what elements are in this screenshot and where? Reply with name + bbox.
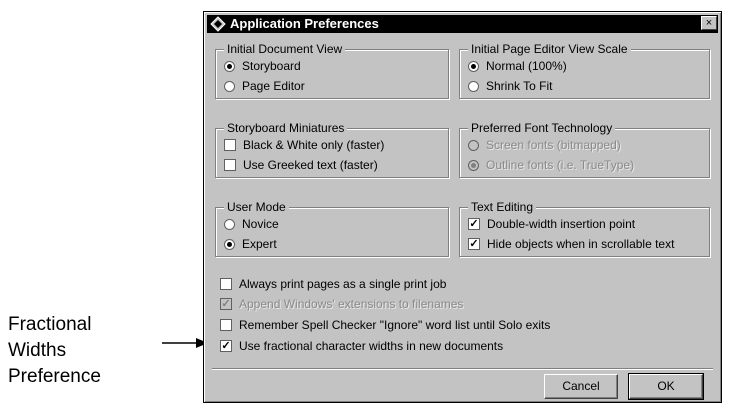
title-bar[interactable]: Application Preferences × [207, 15, 718, 33]
font-technology-group: Preferred Font Technology Screen fonts (… [459, 120, 710, 178]
option-label: Storyboard [242, 59, 301, 73]
view-scale-group: Initial Page Editor View Scale Normal (1… [459, 41, 710, 99]
text-editing-group: Text Editing ✓ Double-width insertion po… [459, 199, 710, 257]
option-label: Outline fonts (i.e. TrueType) [486, 158, 635, 172]
radio-selected-icon [468, 60, 479, 72]
radio-selected-icon [224, 60, 235, 72]
app-logo-icon [210, 16, 226, 32]
radio-shrink-to-fit[interactable]: Shrink To Fit [468, 77, 552, 95]
option-label: Remember Spell Checker "Ignore" word lis… [239, 318, 551, 332]
checkbox-empty-icon [220, 278, 232, 290]
dialog-title: Application Preferences [230, 16, 379, 31]
radio-page-editor[interactable]: Page Editor [224, 77, 305, 95]
checkbox-empty-icon [220, 319, 232, 331]
group-legend: Preferred Font Technology [468, 120, 616, 136]
checkbox-black-white[interactable]: Black & White only (faster) [224, 136, 384, 154]
option-label: Double-width insertion point [487, 217, 636, 231]
callout-line-3: Preference [8, 366, 101, 387]
radio-disabled-icon [468, 139, 479, 151]
radio-normal-100[interactable]: Normal (100%) [468, 57, 567, 75]
option-label: Normal (100%) [486, 59, 567, 73]
radio-selected-icon [224, 238, 235, 250]
ok-button[interactable]: OK [628, 373, 704, 400]
option-label: Black & White only (faster) [243, 138, 385, 152]
checkbox-hide-objects[interactable]: ✓ Hide objects when in scrollable text [468, 235, 674, 253]
checkbox-greeked-text[interactable]: Use Greeked text (faster) [224, 156, 378, 174]
checkbox-spell-checker-ignore[interactable]: Remember Spell Checker "Ignore" word lis… [220, 315, 550, 335]
close-button[interactable]: × [701, 16, 717, 30]
option-label: Hide objects when in scrollable text [487, 237, 675, 251]
option-label: Append Windows' extensions to filenames [239, 297, 464, 311]
radio-empty-icon [468, 80, 479, 92]
option-label: Novice [242, 217, 279, 231]
option-label: Use fractional character widths in new d… [239, 339, 504, 353]
divider [212, 368, 713, 370]
radio-storyboard[interactable]: Storyboard [224, 57, 301, 75]
checkbox-disabled-checked-icon: ✓ [220, 298, 232, 310]
checkbox-checked-icon: ✓ [220, 340, 232, 352]
radio-disabled-selected-icon [468, 159, 479, 171]
group-legend: Initial Document View [224, 41, 346, 57]
group-legend: User Mode [224, 199, 289, 215]
checkbox-double-width[interactable]: ✓ Double-width insertion point [468, 215, 635, 233]
option-label: Shrink To Fit [486, 79, 553, 93]
preferences-dialog: Application Preferences × Initial Docume… [203, 11, 722, 403]
close-icon: × [705, 17, 713, 29]
checkbox-checked-icon: ✓ [468, 238, 480, 250]
radio-screen-fonts: Screen fonts (bitmapped) [468, 136, 621, 154]
option-label: Use Greeked text (faster) [243, 158, 378, 172]
checkbox-fractional-widths[interactable]: ✓ Use fractional character widths in new… [220, 336, 503, 356]
radio-novice[interactable]: Novice [224, 215, 279, 233]
option-label: Always print pages as a single print job [239, 277, 447, 291]
checkbox-empty-icon [224, 159, 236, 171]
checkbox-checked-icon: ✓ [468, 218, 480, 230]
checkbox-windows-extensions: ✓ Append Windows' extensions to filename… [220, 294, 463, 314]
callout-label: Fractional Widths Preference [8, 312, 158, 390]
initial-document-view-group: Initial Document View Storyboard Page Ed… [215, 41, 449, 99]
option-label: Expert [242, 237, 277, 251]
cancel-button[interactable]: Cancel [544, 374, 618, 399]
radio-empty-icon [224, 80, 235, 92]
radio-empty-icon [224, 218, 235, 230]
checkbox-empty-icon [224, 139, 236, 151]
group-legend: Storyboard Miniatures [224, 120, 348, 136]
callout-line-2: Widths [8, 340, 67, 361]
user-mode-group: User Mode Novice Expert [215, 199, 449, 257]
group-legend: Text Editing [468, 199, 537, 215]
option-label: Page Editor [242, 79, 305, 93]
group-legend: Initial Page Editor View Scale [468, 41, 631, 57]
storyboard-miniatures-group: Storyboard Miniatures Black & White only… [215, 120, 449, 178]
radio-outline-fonts: Outline fonts (i.e. TrueType) [468, 156, 634, 174]
callout-line-1: Fractional [8, 314, 92, 335]
option-label: Screen fonts (bitmapped) [486, 138, 621, 152]
radio-expert[interactable]: Expert [224, 235, 277, 253]
checkbox-single-print-job[interactable]: Always print pages as a single print job [220, 274, 446, 294]
